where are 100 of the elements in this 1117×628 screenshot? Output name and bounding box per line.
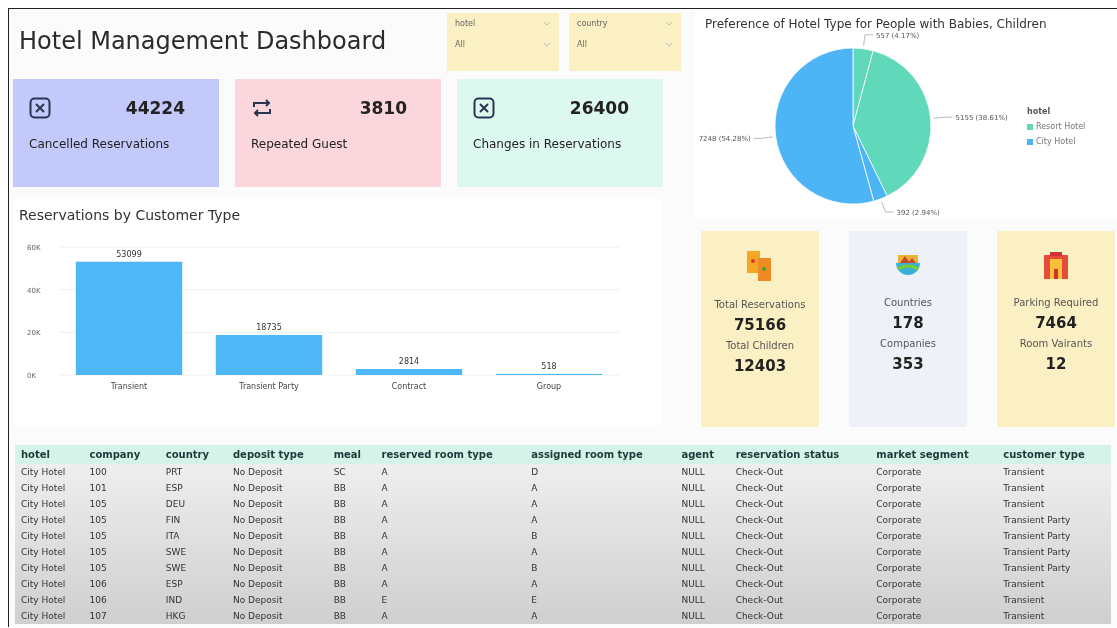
table-cell: A	[375, 528, 526, 544]
table-cell: Check-Out	[729, 480, 871, 496]
table-cell: No Deposit	[226, 480, 328, 496]
chart-title: Reservations by Customer Type	[19, 207, 242, 223]
column-header: reservation status	[729, 445, 871, 464]
table-cell: No Deposit	[226, 464, 328, 480]
kpi-value: 26400	[569, 98, 629, 118]
table-cell: BB	[327, 592, 376, 608]
table-cell: 100	[83, 464, 160, 480]
column-header: meal	[327, 445, 376, 464]
table-cell: ESP	[159, 480, 227, 496]
stat-label: Room Vairants	[1019, 338, 1093, 349]
table-cell: Transient	[997, 496, 1111, 512]
table-cell: A	[375, 480, 526, 496]
filter-dropdown[interactable]: hotel All	[447, 13, 559, 71]
table-cell: Check-Out	[729, 528, 871, 544]
table-cell: ESP	[159, 576, 227, 592]
stat-value: 178	[892, 314, 924, 332]
chevron-icon	[543, 21, 551, 26]
stat-label: Parking Required	[1013, 297, 1099, 308]
table-cell: Transient	[997, 480, 1111, 496]
table-cell: 106	[83, 592, 160, 608]
table-cell: A	[375, 512, 526, 528]
category-label: Contract	[391, 382, 427, 391]
table-cell: 106	[83, 576, 160, 592]
table-cell: Transient	[997, 576, 1111, 592]
table-cell: Check-Out	[729, 496, 871, 512]
dashboard-title: Hotel Management Dashboard	[18, 26, 388, 55]
table-cell: D	[525, 464, 676, 480]
table-cell: No Deposit	[226, 576, 328, 592]
legend-label: Resort Hotel	[1036, 122, 1086, 131]
column-header: company	[83, 445, 160, 464]
table-cell: Check-Out	[729, 592, 871, 608]
table-cell: 107	[83, 608, 160, 624]
table-cell: NULL	[675, 576, 730, 592]
table-cell: City Hotel	[15, 528, 84, 544]
table-cell: No Deposit	[226, 592, 328, 608]
chevron-icon	[543, 42, 551, 47]
leader-line	[933, 116, 954, 119]
kpi-value: 3810	[359, 98, 407, 118]
table-cell: 105	[83, 544, 160, 560]
table-cell: NULL	[675, 592, 730, 608]
stat-label: Companies	[880, 338, 936, 349]
table-cell: Corporate	[870, 544, 998, 560]
kpi-label: Repeated Guest	[251, 137, 349, 151]
table-cell: Check-Out	[729, 544, 871, 560]
column-header: agent	[675, 445, 730, 464]
table-cell: Corporate	[870, 608, 998, 624]
table-cell: A	[525, 608, 676, 624]
column-header: market segment	[870, 445, 998, 464]
table-cell: Corporate	[870, 576, 998, 592]
table-cell: NULL	[675, 528, 730, 544]
table-cell: A	[525, 544, 676, 560]
table-cell: Corporate	[870, 480, 998, 496]
table-cell: B	[525, 528, 676, 544]
table-cell: NULL	[675, 464, 730, 480]
table-cell: Check-Out	[729, 608, 871, 624]
table-cell: City Hotel	[15, 544, 84, 560]
table-cell: Transient Party	[997, 528, 1111, 544]
legend-title: hotel	[1027, 107, 1052, 116]
table-cell: A	[525, 512, 676, 528]
table-cell: 105	[83, 496, 160, 512]
table-cell: Check-Out	[729, 512, 871, 528]
table-cell: A	[525, 496, 676, 512]
category-label: Transient	[110, 382, 148, 391]
stat-value: 353	[892, 355, 924, 373]
table-cell: SWE	[159, 544, 227, 560]
table-cell: SWE	[159, 560, 227, 576]
table-cell: FIN	[159, 512, 227, 528]
table-cell: NULL	[675, 480, 730, 496]
category-label: Group	[536, 382, 562, 391]
close-icon	[29, 97, 51, 119]
table-cell: IND	[159, 592, 227, 608]
close-icon	[473, 97, 495, 119]
table-cell: Transient	[997, 608, 1111, 624]
table-cell: Transient	[997, 464, 1111, 480]
data-label: 2814	[398, 357, 420, 366]
data-label: 518	[541, 361, 557, 371]
table-cell: Corporate	[870, 592, 998, 608]
table-cell: PRT	[159, 464, 227, 480]
chevron-icon	[665, 42, 673, 47]
chevron-icon	[665, 21, 673, 26]
table-cell: BB	[327, 480, 376, 496]
filter-dropdown[interactable]: country All	[569, 13, 681, 71]
category-label: Transient Party	[239, 382, 299, 391]
table-cell: City Hotel	[15, 608, 84, 624]
table-cell: A	[375, 496, 526, 512]
table-cell: City Hotel	[15, 592, 84, 608]
table-cell: Corporate	[870, 560, 998, 576]
kpi-label: Changes in Reservations	[473, 137, 623, 151]
column-header: reserved room type	[375, 445, 526, 464]
table-cell: BB	[327, 560, 376, 576]
table-cell: Check-Out	[729, 576, 871, 592]
table-cell: City Hotel	[15, 496, 84, 512]
column-header: deposit type	[226, 445, 328, 464]
column-header: assigned room type	[525, 445, 676, 464]
table-cell: Corporate	[870, 512, 998, 528]
building-icon	[1041, 249, 1071, 281]
legend-label: City Hotel	[1036, 137, 1076, 146]
chart-title: Preference of Hotel Type for People with Babies, Children	[705, 17, 1048, 31]
